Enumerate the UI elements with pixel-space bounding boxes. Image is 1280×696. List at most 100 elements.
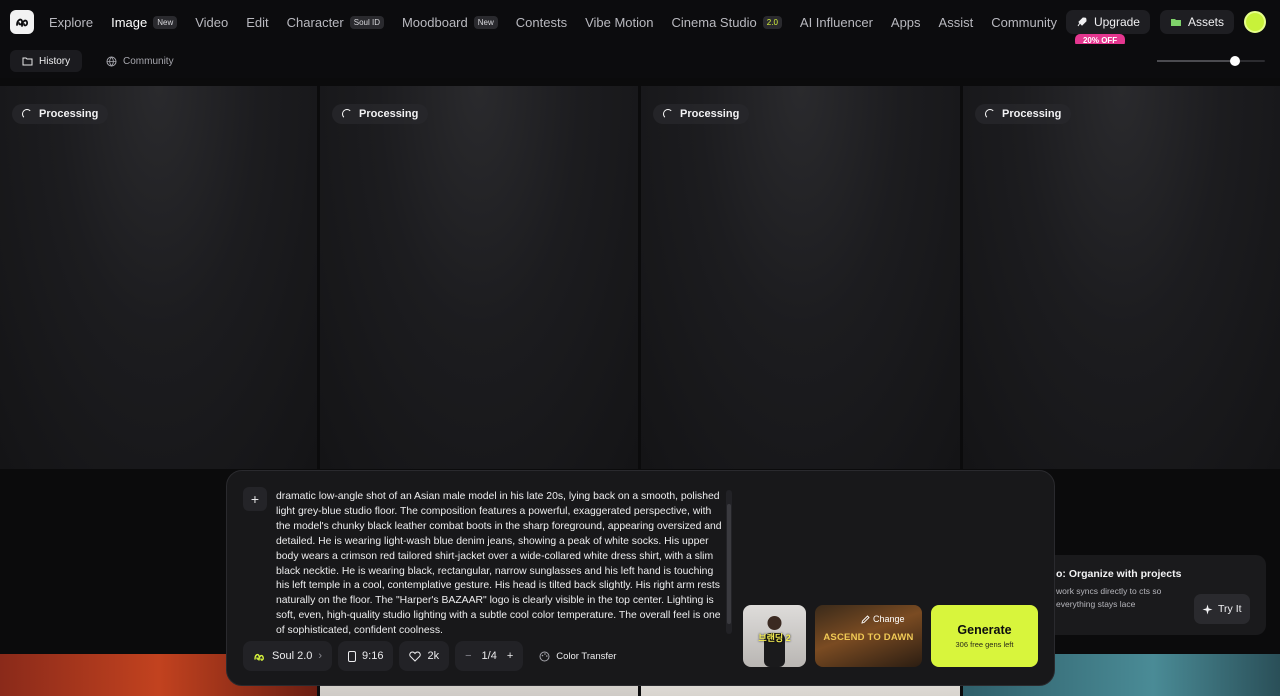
spinner-icon [342, 109, 352, 119]
try-it-label: Try It [1218, 603, 1242, 615]
nav-apps[interactable]: Apps [891, 15, 921, 30]
nav-label: Image [111, 14, 148, 30]
nav-cinema-studio[interactable]: Cinema Studio 2.0 [672, 15, 782, 30]
generate-button[interactable]: Generate 306 free gens left [931, 605, 1038, 667]
sub-bar: History Community [0, 44, 1280, 78]
spinner-icon [985, 109, 995, 119]
quality-selector[interactable]: 2k [399, 641, 450, 671]
tab-history[interactable]: History [10, 50, 83, 72]
nav-explore[interactable]: Explore [49, 15, 93, 30]
quality-label: 2k [427, 650, 440, 662]
upgrade-button[interactable]: Upgrade [1065, 10, 1150, 34]
plus-icon: + [250, 491, 260, 507]
zoom-slider[interactable] [1157, 56, 1265, 66]
generation-card[interactable]: Processing [320, 86, 638, 469]
style-preset-thumbnail[interactable]: Change ASCEND TO DAWN [815, 605, 922, 667]
rocket-icon [1077, 17, 1087, 27]
processing-badge: Processing [332, 104, 429, 124]
nav-label: Vibe Motion [585, 14, 654, 30]
nav-actions: Upgrade 20% OFF Assets [1065, 10, 1266, 47]
top-nav: Explore Image New Video Edit Character Sou… [0, 0, 1280, 47]
nav-video[interactable]: Video [195, 15, 228, 30]
change-preset-button[interactable]: Change [861, 614, 905, 624]
tab-community[interactable]: Community [94, 50, 186, 72]
processing-badge: Processing [12, 104, 109, 124]
status-text: Processing [1002, 108, 1062, 120]
style-preset-thumbnail[interactable]: 브랜딩 2 [743, 605, 806, 667]
processing-badge: Processing [975, 104, 1072, 124]
nav-image[interactable]: Image New [111, 14, 178, 30]
app-logo[interactable] [10, 10, 34, 34]
toast-title: o: Organize with projects [1056, 568, 1182, 580]
assets-label: Assets [1187, 15, 1224, 29]
nav-label: Community [991, 14, 1057, 30]
batch-stepper: − 1/4 + [455, 641, 524, 671]
nav-label: Edit [246, 14, 269, 30]
aspect-ratio-selector[interactable]: 9:16 [338, 641, 394, 671]
phone-icon [348, 650, 357, 662]
nav-vibe-motion[interactable]: Vibe Motion [585, 15, 653, 30]
nav-edit[interactable]: Edit [246, 15, 268, 30]
upgrade-group: Upgrade 20% OFF [1065, 10, 1150, 47]
spinner-icon [22, 109, 32, 119]
projects-toast: o: Organize with projects work syncs dir… [1030, 555, 1266, 635]
chevron-right-icon: › [318, 650, 323, 662]
tab-label: Community [123, 55, 174, 67]
color-transfer-button[interactable]: Color Transfer [529, 641, 626, 671]
new-badge: New [153, 15, 178, 29]
scrollbar-thumb[interactable] [727, 504, 731, 624]
prompt-panel: + dramatic low-angle shot of an Asian ma… [226, 470, 1055, 686]
assets-button[interactable]: Assets [1159, 10, 1234, 34]
prompt-scrollbar[interactable] [726, 490, 732, 634]
status-text: Processing [39, 108, 99, 120]
free-gens-count: 306 free gens left [955, 640, 1014, 649]
nav-label: Contests [515, 14, 568, 30]
processing-badge: Processing [653, 104, 750, 124]
nav-label: Cinema Studio [671, 14, 757, 30]
status-text: Processing [680, 108, 740, 120]
folder-icon [1170, 19, 1181, 26]
sparkle-icon [1202, 604, 1213, 614]
heart-icon [409, 650, 422, 662]
try-it-button[interactable]: Try It [1194, 594, 1250, 624]
preset-title: ASCEND TO DAWN [823, 632, 914, 643]
globe-icon [106, 56, 117, 67]
minus-icon[interactable]: − [465, 650, 471, 662]
version-badge: 2.0 [762, 15, 782, 29]
nav-label: Explore [49, 14, 94, 30]
model-label: Soul 2.0 [272, 650, 313, 662]
generation-card[interactable]: Processing [963, 86, 1280, 469]
nav-label: AI Influencer [799, 14, 873, 30]
zoom-slider-knob[interactable] [1229, 56, 1240, 66]
folder-outline-icon [22, 57, 33, 66]
upgrade-label: Upgrade [1093, 15, 1140, 29]
zoom-slider-fill [1157, 60, 1235, 62]
preset-caption: 브랜딩 2 [758, 633, 791, 643]
model-selector[interactable]: Soul 2.0 › [243, 641, 333, 671]
main-nav: Explore Image New Video Edit Character Sou… [49, 0, 1057, 44]
add-reference-button[interactable]: + [243, 487, 267, 511]
soul-logo-icon [254, 653, 264, 661]
nav-label: Video [195, 14, 229, 30]
prompt-input[interactable]: dramatic low-angle shot of an Asian male… [276, 490, 726, 638]
palette-icon [539, 651, 550, 661]
batch-label: 1/4 [481, 650, 497, 662]
nav-label: Assist [938, 14, 974, 30]
generation-card[interactable]: Processing [641, 86, 960, 469]
user-avatar[interactable] [1244, 11, 1266, 33]
status-text: Processing [359, 108, 419, 120]
nav-ai-influencer[interactable]: AI Influencer [800, 15, 873, 30]
color-transfer-label: Color Transfer [556, 650, 617, 662]
tab-label: History [39, 55, 71, 67]
generation-card[interactable]: Processing [0, 86, 317, 469]
nav-assist[interactable]: Assist [939, 15, 974, 30]
toast-body: work syncs directly to cts so everything… [1056, 586, 1162, 609]
plus-icon[interactable]: + [507, 650, 513, 662]
new-badge: New [473, 15, 498, 29]
nav-character[interactable]: Character Soul ID [287, 15, 384, 30]
nav-community[interactable]: Community [991, 15, 1057, 30]
nav-moodboard[interactable]: Moodboard New [402, 15, 498, 30]
spinner-icon [663, 109, 673, 119]
nav-contests[interactable]: Contests [516, 15, 567, 30]
nav-label: Character [286, 14, 344, 30]
